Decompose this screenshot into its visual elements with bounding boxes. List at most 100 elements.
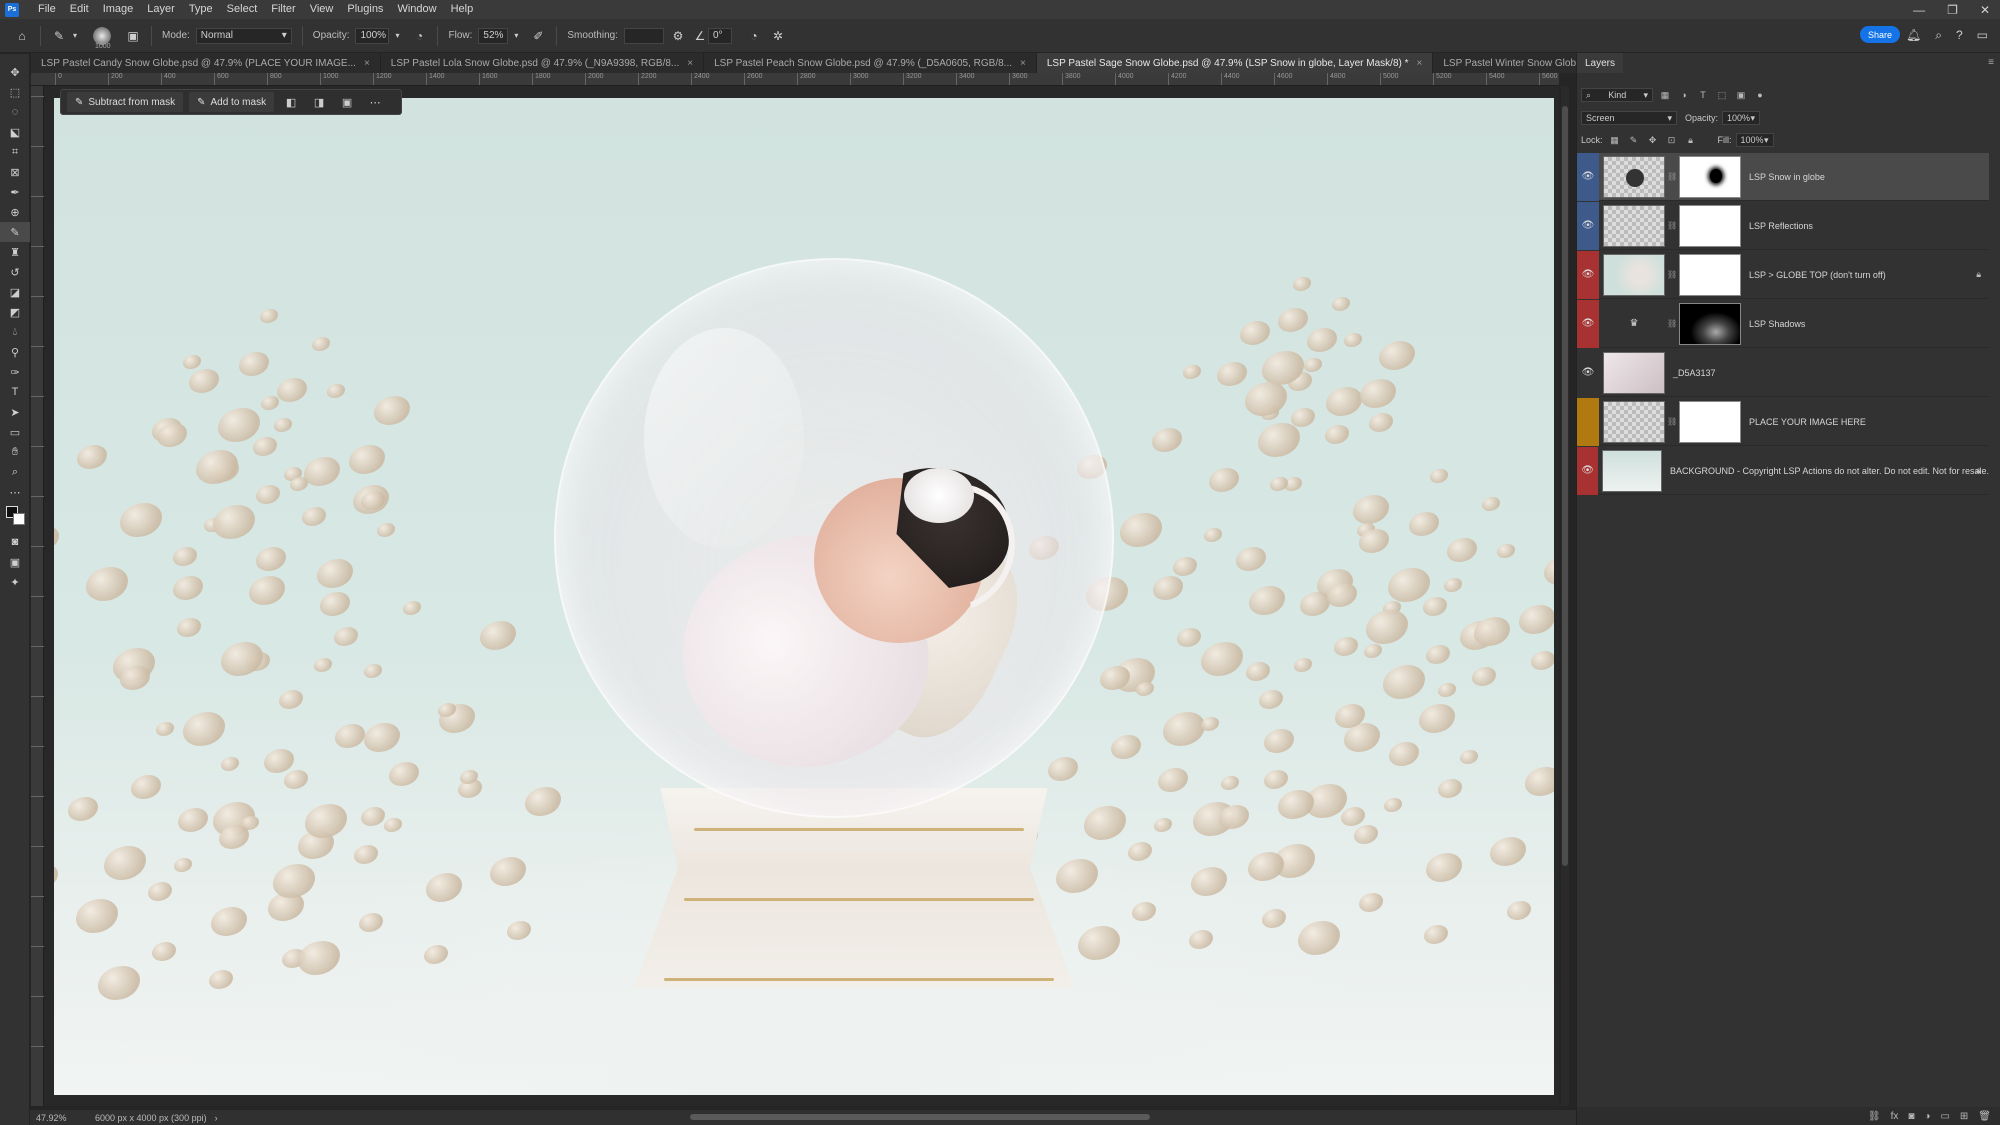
angle-icon[interactable]: ∠ — [692, 28, 708, 44]
lock-artboard-icon[interactable]: ⊡ — [1665, 135, 1679, 146]
delete-layer-icon[interactable]: 🗑︎ — [1978, 1111, 1991, 1122]
eyedropper-tool-icon[interactable]: ✒ — [0, 182, 30, 202]
menu-help[interactable]: Help — [444, 0, 481, 19]
fx-icon[interactable]: fx — [1891, 1111, 1899, 1122]
marquee-tool-icon[interactable]: ⬚ — [0, 82, 30, 102]
screen-mode-icon[interactable]: ▣ — [0, 552, 30, 572]
layer-name[interactable]: LSP Reflections — [1749, 221, 1813, 231]
chevron-down-icon[interactable]: ▾ — [508, 28, 524, 44]
history-brush-tool-icon[interactable]: ↺ — [0, 262, 30, 282]
gradient-tool-icon[interactable]: ◩ — [0, 302, 30, 322]
flow-input[interactable]: 52% — [478, 27, 509, 44]
add-to-mask-button[interactable]: ✎ Add to mask — [189, 92, 275, 112]
blur-tool-icon[interactable]: 💧︎ — [0, 322, 30, 342]
layer-mask-thumbnail[interactable] — [1679, 155, 1741, 198]
add-mask-icon[interactable]: ◙ — [1908, 1111, 1914, 1122]
pixel-filter-icon[interactable]: ▦ — [1658, 90, 1672, 101]
vertical-scroll-thumb[interactable] — [1562, 106, 1568, 866]
restore-icon[interactable]: ❐ — [1947, 3, 1958, 17]
shape-filter-icon[interactable]: ⬚ — [1715, 90, 1729, 101]
clone-stamp-tool-icon[interactable]: ♜ — [0, 242, 30, 262]
link-layers-icon[interactable]: ⛓︎ — [1868, 1111, 1881, 1122]
menu-edit[interactable]: Edit — [63, 0, 96, 19]
more-options-icon[interactable]: ⋯ — [364, 92, 386, 112]
lock-position-icon[interactable]: ✥ — [1646, 135, 1660, 146]
close-tab-icon[interactable]: × — [1020, 58, 1026, 69]
link-icon[interactable]: ⛓︎ — [1667, 417, 1677, 426]
close-tab-icon[interactable]: × — [687, 58, 693, 69]
more-tools-icon[interactable]: ⋯ — [0, 482, 30, 502]
pressure-opacity-icon[interactable]: ◔ — [411, 28, 427, 44]
document-tab[interactable]: LSP Pastel Sage Snow Globe.psd @ 47.9% (… — [1036, 53, 1434, 73]
document-tab[interactable]: LSP Pastel Candy Snow Globe.psd @ 47.9% … — [31, 53, 381, 73]
layer-row[interactable]: ⛓︎ PLACE YOUR IMAGE HERE — [1577, 397, 1989, 446]
type-filter-icon[interactable]: T — [1696, 90, 1710, 100]
workspace-icon[interactable]: ▭ — [1977, 28, 1988, 43]
chevron-right-icon[interactable]: › — [215, 1113, 218, 1123]
eraser-tool-icon[interactable]: ◪ — [0, 282, 30, 302]
layer-visibility-toggle[interactable]: 👁︎ — [1577, 250, 1599, 299]
move-tool-icon[interactable]: ✥ — [0, 62, 30, 82]
dodge-tool-icon[interactable]: ⚲ — [0, 342, 30, 362]
search-icon[interactable]: ⌕ — [1935, 28, 1942, 43]
layer-visibility-toggle[interactable]: 👁︎ — [1577, 299, 1599, 348]
airbrush-icon[interactable]: ✐ — [530, 28, 546, 44]
blend-mode-select[interactable]: Screen ▾ — [1581, 111, 1677, 125]
link-icon[interactable]: ⛓︎ — [1667, 221, 1677, 230]
layer-name[interactable]: _D5A3137 — [1673, 368, 1716, 378]
layer-row[interactable]: 👁︎ ⛓︎ LSP > GLOBE TOP (don't turn off) 🔒︎ — [1577, 250, 1989, 299]
filter-toggle-icon[interactable]: ● — [1753, 90, 1767, 100]
link-icon[interactable]: ⛓︎ — [1667, 172, 1677, 181]
layer-visibility-toggle[interactable]: 👁︎ — [1577, 348, 1599, 397]
document-canvas[interactable] — [54, 98, 1554, 1095]
rectangle-tool-icon[interactable]: ▭ — [0, 422, 30, 442]
object-selection-tool-icon[interactable]: ⬕ — [0, 122, 30, 142]
frame-tool-icon[interactable]: ⊠ — [0, 162, 30, 182]
opacity-input[interactable]: 100% — [355, 27, 390, 44]
layer-name[interactable]: LSP > GLOBE TOP (don't turn off) — [1749, 270, 1886, 280]
layer-mask-thumbnail[interactable] — [1679, 204, 1741, 247]
layer-thumbnail[interactable] — [1603, 155, 1665, 198]
layers-tab[interactable]: Layers — [1577, 53, 1624, 73]
adjustment-layer-icon[interactable]: ◑ — [1924, 1111, 1930, 1122]
path-selection-tool-icon[interactable]: ➤ — [0, 402, 30, 422]
brush-settings-icon[interactable]: ▣ — [125, 28, 141, 44]
layer-thumbnail[interactable] — [1603, 204, 1665, 247]
disable-mask-icon[interactable]: ▣ — [336, 92, 358, 112]
link-icon[interactable]: ⛓︎ — [1667, 270, 1677, 279]
bell-icon[interactable]: 🔔︎ — [1906, 28, 1921, 43]
panel-menu-icon[interactable]: ≡ — [1988, 57, 1994, 68]
smart-object-filter-icon[interactable]: ▣ — [1734, 90, 1748, 101]
gear-icon[interactable]: ⚙ — [670, 28, 686, 44]
menu-layer[interactable]: Layer — [140, 0, 182, 19]
invert-mask-icon[interactable]: ◧ — [280, 92, 302, 112]
pen-tool-icon[interactable]: ✑ — [0, 362, 30, 382]
new-group-icon[interactable]: ▭ — [1940, 1111, 1949, 1122]
layer-visibility-toggle[interactable]: 👁︎ — [1577, 152, 1599, 201]
new-layer-icon[interactable]: ⊞ — [1960, 1111, 1968, 1122]
layer-mask-thumbnail[interactable] — [1679, 253, 1741, 296]
layer-thumbnail[interactable] — [1603, 253, 1665, 296]
hand-tool-icon[interactable]: ✋︎ — [0, 442, 30, 462]
menu-select[interactable]: Select — [220, 0, 265, 19]
background-color-swatch[interactable] — [13, 513, 25, 525]
layer-visibility-toggle[interactable]: 👁︎ — [1577, 201, 1599, 250]
subtract-from-mask-button[interactable]: ✎ Subtract from mask — [67, 92, 184, 112]
minimize-icon[interactable]: — — [1913, 3, 1925, 17]
menu-plugins[interactable]: Plugins — [340, 0, 390, 19]
layer-thumbnail[interactable] — [1602, 449, 1663, 492]
adjustment-layer-icon[interactable]: ♛ — [1603, 303, 1665, 345]
fill-input[interactable]: 100% ▾ — [1735, 133, 1774, 147]
crop-tool-icon[interactable]: ⌗ — [0, 142, 30, 162]
close-tab-icon[interactable]: × — [364, 58, 370, 69]
layer-row[interactable]: 👁︎ ♛ ⛓︎ LSP Shadows — [1577, 299, 1989, 348]
layer-row[interactable]: 👁︎ _D5A3137 — [1577, 348, 1989, 397]
horizontal-scrollbar[interactable] — [690, 1114, 1150, 1120]
layer-row[interactable]: 👁︎ ⛓︎ LSP Reflections — [1577, 201, 1989, 250]
quick-mask-icon[interactable]: ◙ — [0, 532, 30, 552]
layer-name[interactable]: LSP Snow in globe — [1749, 172, 1825, 182]
close-tab-icon[interactable]: × — [1417, 58, 1423, 69]
photoshop-logo-icon[interactable]: Ps — [5, 2, 19, 17]
brush-tool-icon[interactable]: ✎ — [51, 28, 67, 44]
link-icon[interactable]: ⛓︎ — [1667, 319, 1677, 328]
